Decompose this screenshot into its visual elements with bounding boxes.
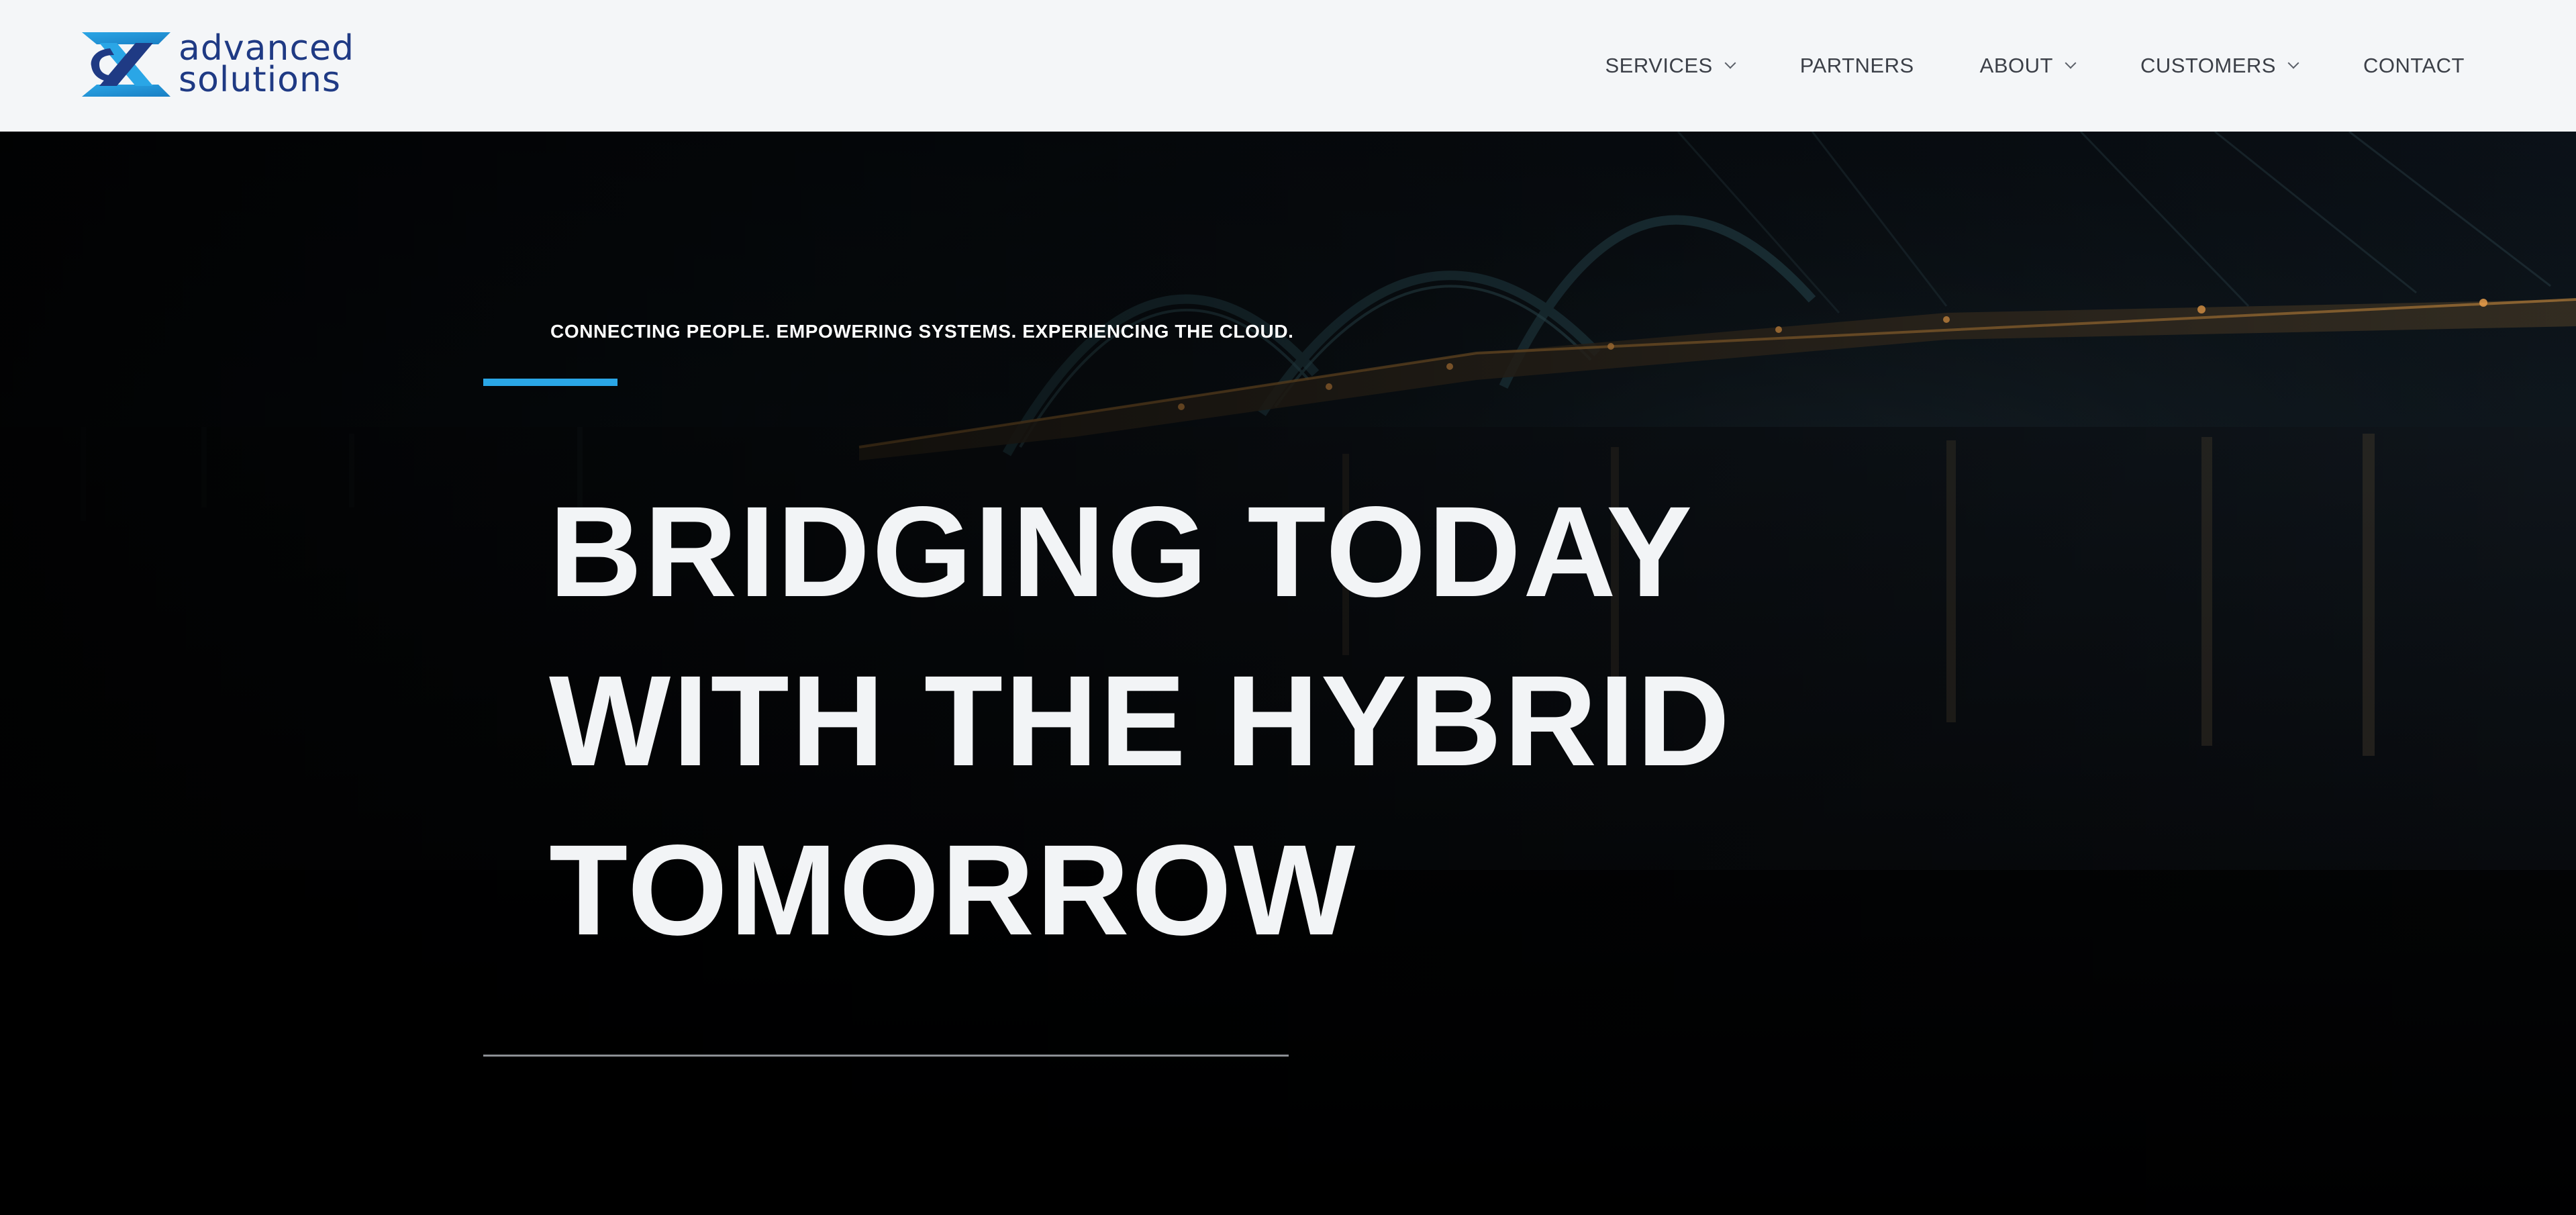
hero-headline: BRIDGING TODAY WITH THE HYBRID TOMORROW [549, 467, 1732, 975]
site-header: advanced solutions SERVICES PARTNERS ABO… [0, 0, 2576, 132]
nav-services-label: SERVICES [1605, 54, 1713, 77]
hero-divider [483, 1055, 1289, 1057]
headline-line-2: WITH THE HYBRID [549, 648, 1732, 793]
tagline-accent-bar [483, 379, 617, 386]
nav-partners-label: PARTNERS [1799, 54, 1914, 77]
ax-logo-icon [82, 32, 170, 97]
nav-about-label: ABOUT [1979, 54, 2053, 77]
nav-partners[interactable]: PARTNERS [1800, 54, 1914, 78]
brand-logo[interactable]: advanced solutions [79, 30, 354, 99]
brand-wordmark: advanced solutions [179, 31, 354, 100]
hero-section: CONNECTING PEOPLE. EMPOWERING SYSTEMS. E… [0, 132, 2576, 1215]
main-nav: SERVICES PARTNERS ABOUT CUSTOMERS CONTAC… [1605, 0, 2465, 132]
nav-contact[interactable]: CONTACT [2363, 54, 2465, 78]
nav-services[interactable]: SERVICES [1605, 54, 1736, 78]
chevron-down-icon [2065, 57, 2077, 69]
chevron-down-icon [2287, 57, 2299, 69]
chevron-down-icon [1724, 57, 1736, 69]
nav-customers[interactable]: CUSTOMERS [2140, 54, 2299, 78]
headline-line-1: BRIDGING TODAY [549, 479, 1695, 624]
headline-line-3: TOMORROW [549, 818, 1358, 962]
nav-about[interactable]: ABOUT [1979, 54, 2077, 78]
brand-line-solutions: solutions [179, 60, 342, 100]
nav-customers-label: CUSTOMERS [2140, 54, 2276, 77]
hero-tagline: CONNECTING PEOPLE. EMPOWERING SYSTEMS. E… [550, 321, 1294, 342]
nav-contact-label: CONTACT [2363, 54, 2465, 77]
